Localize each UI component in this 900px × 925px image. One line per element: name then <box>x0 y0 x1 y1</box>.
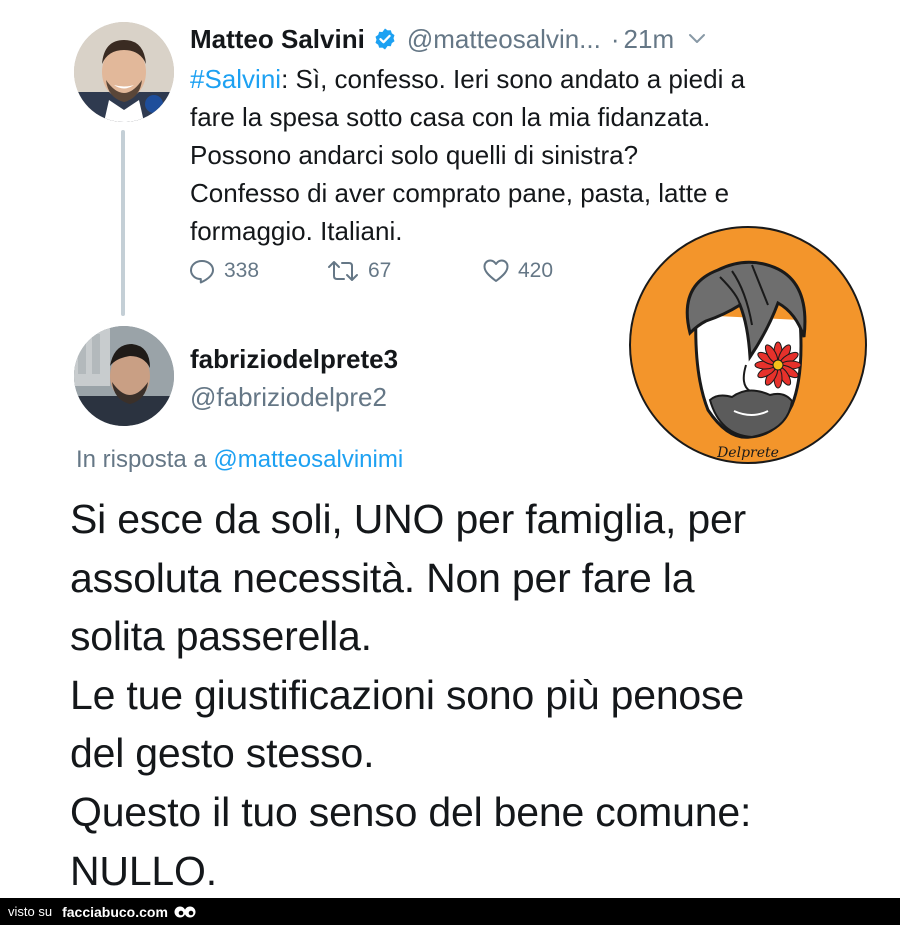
eyes-logo-icon <box>174 906 196 917</box>
delprete-logo: Delprete <box>629 226 867 464</box>
verified-badge-icon <box>375 28 395 50</box>
matteo-salvini-avatar[interactable] <box>74 22 174 122</box>
reply-line: assoluta necessità. Non per fare la <box>70 554 695 601</box>
logo-signature: Delprete <box>716 445 779 461</box>
fabriziodelprete-avatar[interactable] <box>74 326 174 426</box>
reply-icon <box>190 260 214 284</box>
in-reply-to: In risposta a @matteosalvinimi <box>76 446 403 474</box>
in-reply-prefix: In risposta a <box>76 446 214 473</box>
reply-action[interactable]: 338 <box>188 258 259 284</box>
retweet-icon <box>328 261 358 281</box>
reply-line: solita passerella. <box>70 613 372 660</box>
reply-line: del gesto stesso. <box>70 730 375 777</box>
watermark-bar: visto su facciabuco.com <box>0 898 900 925</box>
like-action[interactable]: 420 <box>482 258 553 284</box>
tweet-timestamp[interactable]: 21m <box>624 24 675 55</box>
retweet-count: 67 <box>368 259 392 282</box>
header-separator: · <box>610 23 620 54</box>
hashtag-link[interactable]: #Salvini <box>190 64 281 94</box>
in-reply-handle-link[interactable]: @matteosalvinimi <box>213 446 403 473</box>
reply-line: Questo il tuo senso del bene comune: <box>70 788 752 835</box>
tweet-author-handle[interactable]: @matteosalvin... <box>407 24 601 55</box>
reply-line: Si esce da soli, UNO per famiglia, per <box>70 496 747 542</box>
reply-line: Le tue giustificazioni sono più penose <box>70 671 744 718</box>
tweet-header: Matteo Salvini @matteosalvin... · 21m <box>190 22 706 56</box>
thread-connector-line <box>121 130 125 316</box>
reply-author-handle[interactable]: @fabriziodelpre2 <box>190 382 387 413</box>
reply-text: Si esce da soli, UNO per famiglia, per a… <box>70 490 830 900</box>
like-count: 420 <box>518 259 554 282</box>
reply-count: 338 <box>224 259 260 282</box>
reply-line: NULLO. <box>70 847 217 894</box>
tweet-text: #Salvini: Sì, confesso. Ieri sono andato… <box>190 60 750 250</box>
reply-author-name[interactable]: fabriziodelprete3 <box>190 344 398 375</box>
heart-icon <box>483 259 509 282</box>
retweet-action[interactable]: 67 <box>326 258 391 284</box>
watermark-prefix: visto su <box>8 904 53 919</box>
chevron-down-icon[interactable] <box>688 33 706 45</box>
tweet-author-name[interactable]: Matteo Salvini <box>190 24 365 55</box>
watermark-site[interactable]: facciabuco.com <box>62 904 168 920</box>
